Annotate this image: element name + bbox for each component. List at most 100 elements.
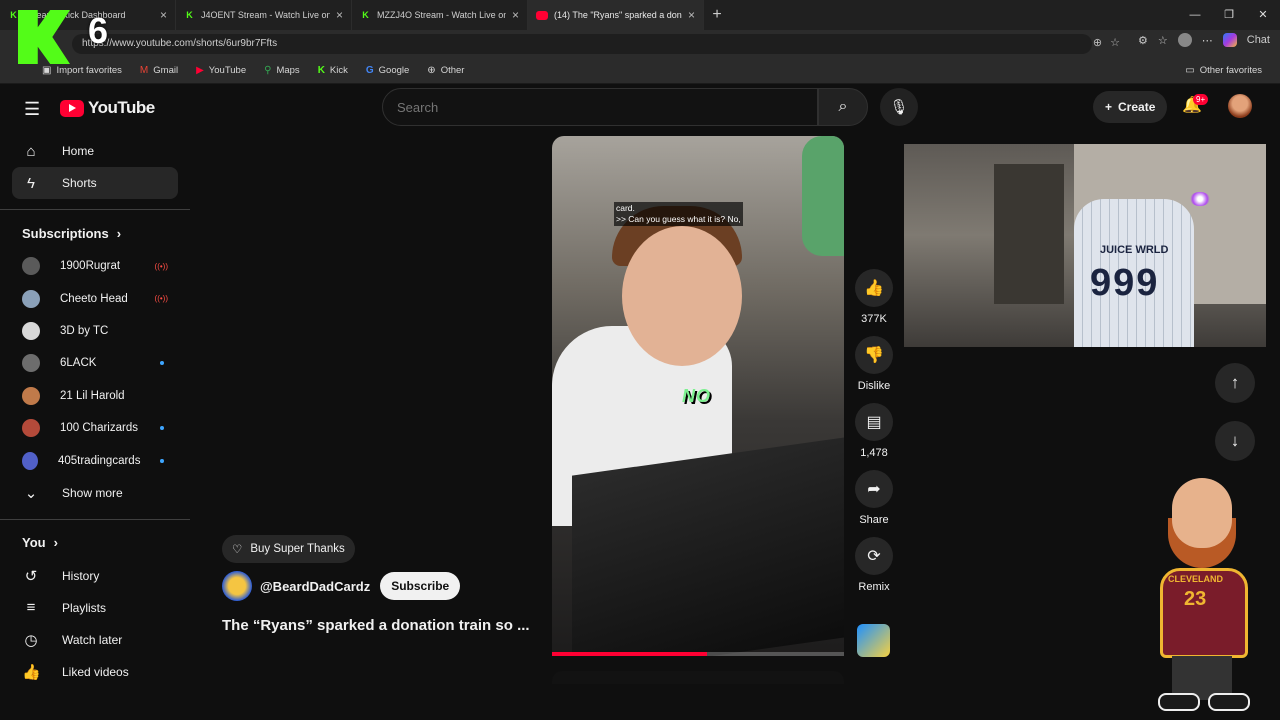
microphone-icon: 🎙 — [889, 99, 909, 116]
subscription-405tradingcards[interactable]: 405tradingcards — [12, 444, 178, 476]
remix-icon[interactable]: ⟳ — [855, 537, 893, 575]
star-icon[interactable]: ☆ — [1110, 36, 1120, 49]
video-overlay-word: NO — [682, 386, 711, 406]
sidebar-item-home[interactable]: ⌂ Home — [12, 135, 178, 167]
search-input[interactable] — [383, 89, 817, 125]
thumbs-down-icon[interactable]: 👎 — [855, 336, 893, 374]
youtube-logo[interactable]: YouTube — [60, 98, 155, 118]
url-field[interactable]: https://www.youtube.com/shorts/6ur9br7Ff… — [72, 34, 1092, 54]
channel-avatar — [22, 386, 40, 405]
sidebar-item-playlists[interactable]: ≡ Playlists — [12, 592, 178, 624]
avatar-shoe — [1158, 693, 1200, 711]
like-action[interactable]: 👍 377K — [852, 269, 896, 325]
share-icon[interactable]: ➦ — [855, 470, 893, 508]
bookmark-label: Other — [440, 65, 465, 76]
show-more-button[interactable]: ⌄ Show more — [12, 477, 178, 509]
bookmark-gmail[interactable]: M Gmail — [140, 65, 178, 76]
super-thanks-button[interactable]: ♡ Buy Super Thanks — [222, 535, 355, 563]
short-title[interactable]: The “Ryans” sparked a donation train so … — [222, 617, 530, 634]
thumbs-up-icon[interactable]: 👍 — [855, 269, 893, 307]
you-title: You — [22, 535, 46, 551]
video-subject-face — [622, 226, 742, 366]
bookmark-label: YouTube — [208, 65, 247, 76]
subscription-cheeto-head[interactable]: Cheeto Head ((•)) — [12, 282, 178, 314]
extensions-icon[interactable]: ⚙ — [1138, 34, 1148, 47]
browser-tab-bar: K Stream - Kick Dashboard × K J4OENT Str… — [0, 0, 1280, 30]
account-avatar[interactable] — [1228, 94, 1252, 118]
search-button[interactable]: ⌕ — [818, 88, 868, 126]
bookmark-kick[interactable]: K Kick — [318, 65, 348, 76]
you-heading[interactable]: You › — [22, 530, 190, 556]
progress-fill — [552, 652, 707, 656]
sidebar-item-history[interactable]: ↺ History — [12, 560, 178, 592]
channel-avatar — [22, 321, 40, 340]
new-content-dot — [160, 361, 164, 366]
comments-action[interactable]: ▤ 1,478 — [852, 403, 896, 459]
subscription-6lack[interactable]: 6LACK — [12, 347, 178, 379]
channel-avatar[interactable] — [222, 571, 252, 601]
short-video-player[interactable]: card. >> Can you guess what it is? No, N… — [552, 136, 844, 656]
menu-icon[interactable]: ☰ — [24, 99, 40, 120]
sidebar-item-watch-later[interactable]: ◷ Watch later — [12, 624, 178, 656]
subscription-1900rugrat[interactable]: 1900Rugrat ((•)) — [12, 250, 178, 282]
close-tab-icon[interactable]: × — [160, 8, 167, 22]
sidebar-item-liked-videos[interactable]: 👍 Liked videos — [12, 656, 178, 688]
subscription-3d-by-tc[interactable]: 3D by TC — [12, 315, 178, 347]
notification-badge: 9+ — [1193, 94, 1209, 105]
kick-icon: K — [362, 10, 369, 20]
maps-icon: ⚲ — [264, 65, 272, 76]
avatar-shoe — [1208, 693, 1250, 711]
profile-avatar[interactable] — [1177, 33, 1192, 47]
comment-icon[interactable]: ▤ — [855, 403, 893, 441]
bookmark-google[interactable]: G Google — [366, 65, 409, 76]
dislike-action[interactable]: 👎 Dislike — [852, 336, 896, 392]
subscribe-button[interactable]: Subscribe — [380, 572, 461, 600]
voice-search-button[interactable]: 🎙 — [880, 88, 918, 126]
bookmark-maps[interactable]: ⚲ Maps — [264, 65, 300, 76]
other-favorites[interactable]: ▭ Other favorites — [1185, 65, 1262, 76]
close-tab-icon[interactable]: × — [512, 8, 519, 22]
subscription-21-lil-harold[interactable]: 21 Lil Harold — [12, 380, 178, 412]
subscriptions-heading[interactable]: Subscriptions › — [22, 220, 190, 246]
avatar-jersey-number: 23 — [1184, 588, 1207, 610]
bookmark-youtube[interactable]: ▶ YouTube — [196, 65, 246, 76]
subscription-100-charizards[interactable]: 100 Charizards — [12, 412, 178, 444]
bookmark-label: Maps — [276, 65, 300, 76]
remix-action[interactable]: ⟳ Remix — [852, 537, 896, 593]
channel-name[interactable]: @BeardDadCardz — [260, 579, 370, 594]
next-short-button[interactable]: ↓ — [1215, 421, 1255, 461]
previous-short-button[interactable]: ↑ — [1215, 363, 1255, 403]
close-tab-icon[interactable]: × — [336, 8, 343, 22]
create-button[interactable]: + Create — [1093, 91, 1168, 123]
new-tab-button[interactable]: + — [704, 6, 730, 24]
video-progress-bar[interactable] — [552, 652, 844, 656]
close-tab-icon[interactable]: × — [688, 8, 695, 22]
bookmark-other[interactable]: ⊕ Other — [427, 65, 464, 76]
channel-name: 21 Lil Harold — [60, 389, 125, 402]
browser-tab-2[interactable]: K J4OENT Stream - Watch Live on Kick × — [176, 0, 352, 30]
share-label: Share — [859, 514, 889, 526]
address-icons: ⊕ ☆ — [1093, 36, 1120, 49]
more-icon[interactable]: ⋯ — [1202, 34, 1213, 47]
chat-label[interactable]: Chat — [1247, 34, 1270, 46]
sidebar-item-label: Liked videos — [62, 664, 129, 679]
watch-later-icon: ◷ — [24, 631, 38, 649]
arrow-up-icon: ↑ — [1230, 373, 1240, 392]
share-action[interactable]: ➦ Share — [852, 470, 896, 526]
channel-avatar — [22, 451, 38, 470]
favorites-icon[interactable]: ☆ — [1158, 34, 1168, 47]
home-icon: ⌂ — [26, 142, 36, 160]
copilot-icon[interactable] — [1222, 33, 1237, 47]
sidebar-item-shorts[interactable]: ϟ Shorts — [12, 167, 178, 199]
webcam-jersey-text: JUICE WRLD — [1100, 244, 1169, 256]
browser-toolbar: ⚙ ☆ ⋯ Chat — [1138, 33, 1270, 47]
bookmark-import[interactable]: ▣ Import favorites — [42, 65, 122, 76]
minimize-icon[interactable]: — — [1178, 0, 1212, 30]
sound-thumbnail[interactable] — [857, 624, 890, 657]
restore-icon[interactable]: ❐ — [1212, 0, 1246, 30]
close-window-icon[interactable]: ✕ — [1246, 0, 1280, 30]
browser-tab-4[interactable]: (14) The "Ryans" sparked a donation trai… — [528, 0, 704, 30]
browser-tab-3[interactable]: K MZZJ4O Stream - Watch Live on Kick × — [352, 0, 528, 30]
zoom-icon[interactable]: ⊕ — [1093, 36, 1102, 49]
create-label: Create — [1118, 100, 1156, 114]
